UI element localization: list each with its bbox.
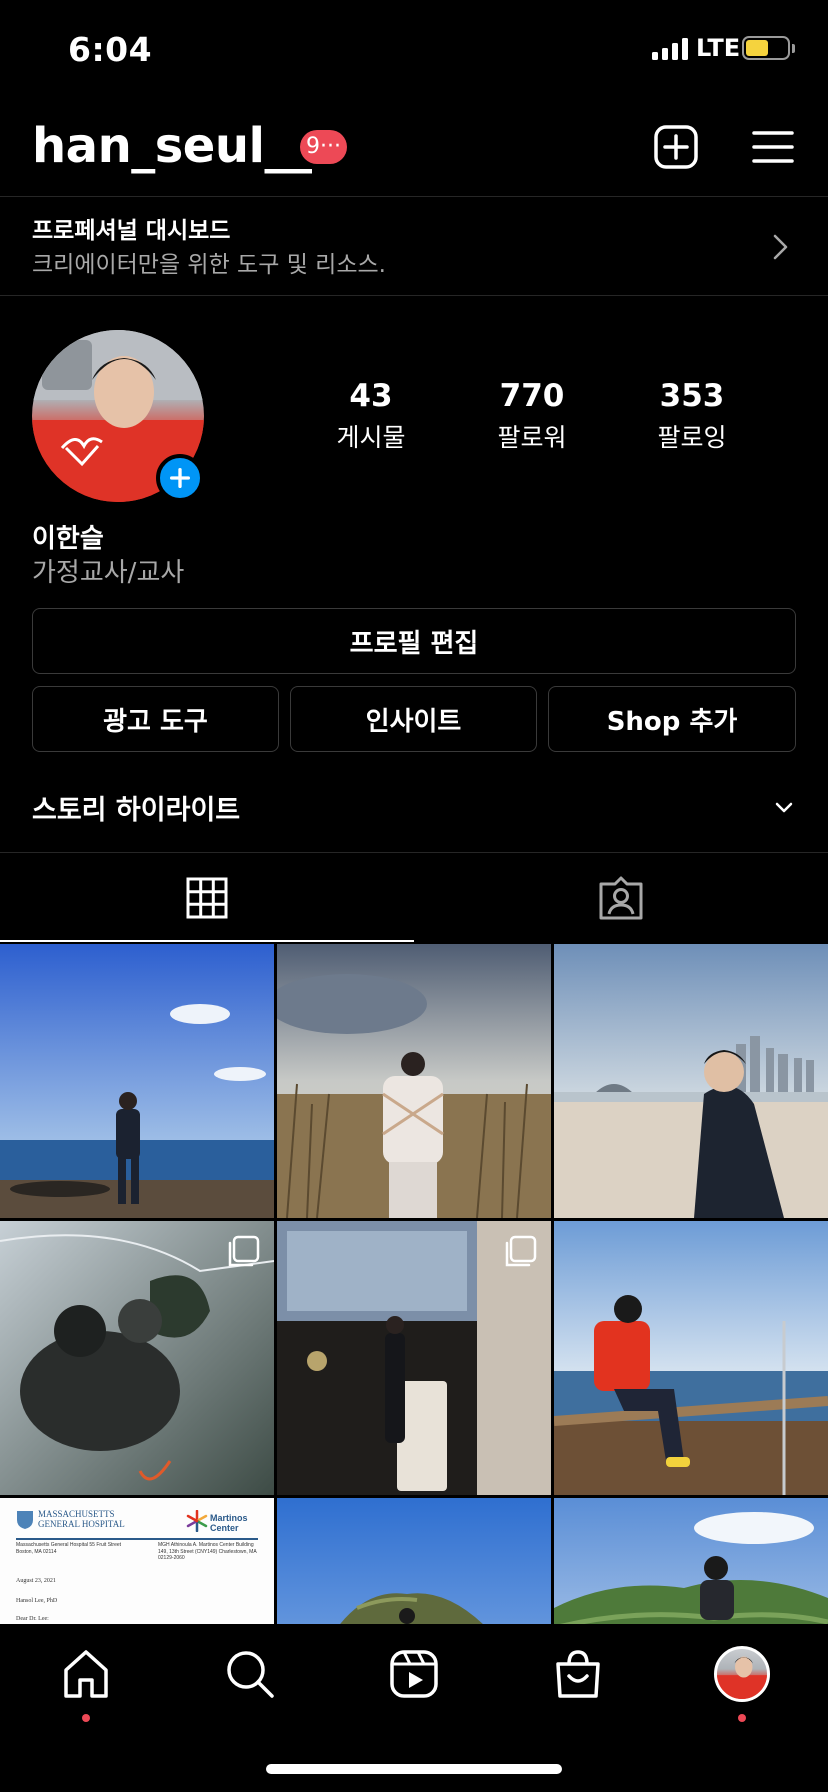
battery-level bbox=[746, 40, 768, 56]
posts-count[interactable]: 43 게시물 bbox=[306, 378, 436, 454]
profile-notification-dot bbox=[738, 1714, 746, 1722]
search-icon[interactable] bbox=[222, 1646, 278, 1702]
tagged-icon bbox=[599, 876, 643, 920]
followers-count[interactable]: 770 팔로워 bbox=[467, 378, 597, 454]
martinos-logo-icon bbox=[186, 1510, 208, 1532]
doc-org-left: MASSACHUSETTS GENERAL HOSPITAL bbox=[38, 1509, 125, 1529]
post-image bbox=[554, 1221, 828, 1495]
stat-value: 770 bbox=[499, 378, 565, 414]
battery-tip bbox=[792, 44, 795, 53]
profile-tab-avatar[interactable] bbox=[714, 1646, 770, 1702]
stat-value: 353 bbox=[659, 378, 725, 414]
edit-profile-button[interactable]: 프로필 편집 bbox=[32, 608, 796, 674]
status-bar: 6:04 LTE bbox=[0, 0, 828, 100]
stat-label: 팔로워 bbox=[497, 423, 567, 452]
doc-address-right: MGH Athinoula A. Martinos Center Buildin… bbox=[158, 1542, 257, 1561]
post-thumbnail[interactable] bbox=[0, 944, 274, 1218]
signal-icon bbox=[652, 38, 688, 60]
notification-badge[interactable]: 9··· bbox=[300, 130, 347, 164]
add-story-icon[interactable] bbox=[156, 454, 204, 502]
network-label: LTE bbox=[696, 34, 741, 62]
pro-dashboard-subtitle: 크리에이터만을 위한 도구 및 리소스. bbox=[32, 252, 386, 278]
stat-label: 팔로잉 bbox=[657, 423, 727, 452]
profile-tabs bbox=[0, 854, 828, 942]
grid-icon bbox=[186, 877, 228, 919]
hospital-shield-icon bbox=[17, 1511, 33, 1529]
profile-category: 가정교사/교사 bbox=[32, 558, 185, 588]
post-thumbnail[interactable] bbox=[277, 944, 551, 1218]
post-thumbnail[interactable] bbox=[277, 1221, 551, 1495]
display-name: 이한슬 bbox=[32, 524, 104, 554]
doc-address-left: Massachusetts General Hospital 55 Fruit … bbox=[16, 1542, 122, 1555]
add-post-icon[interactable] bbox=[653, 124, 699, 170]
multiple-photos-icon bbox=[505, 1235, 537, 1267]
home-icon[interactable] bbox=[58, 1646, 114, 1702]
shop-icon[interactable] bbox=[550, 1646, 606, 1702]
doc-date: August 23, 2021 bbox=[16, 1578, 56, 1584]
divider bbox=[0, 295, 828, 296]
chevron-right-icon bbox=[773, 234, 788, 260]
post-thumbnail[interactable] bbox=[277, 1498, 551, 1624]
reels-icon[interactable] bbox=[386, 1646, 442, 1702]
post-thumbnail[interactable] bbox=[554, 1498, 828, 1624]
home-notification-dot bbox=[82, 1714, 90, 1722]
doc-salutation: Dear Dr. Lee: bbox=[16, 1616, 49, 1622]
post-thumbnail[interactable]: MASSACHUSETTS GENERAL HOSPITAL Martinos … bbox=[0, 1498, 274, 1624]
status-time: 6:04 bbox=[68, 30, 153, 69]
highlights-label: 스토리 하이라이트 bbox=[32, 795, 241, 826]
post-thumbnail[interactable] bbox=[554, 1221, 828, 1495]
post-thumbnail[interactable] bbox=[0, 1221, 274, 1495]
battery-icon bbox=[742, 36, 790, 60]
doc-rule bbox=[16, 1538, 258, 1540]
ad-tools-button[interactable]: 광고 도구 bbox=[32, 686, 279, 752]
menu-icon[interactable] bbox=[750, 124, 796, 170]
doc-org-right: Martinos Center bbox=[210, 1513, 248, 1533]
pro-dashboard-title: 프로페셔널 대시보드 bbox=[32, 218, 231, 244]
story-highlights[interactable]: 스토리 하이라이트 bbox=[0, 776, 828, 838]
following-count[interactable]: 353 팔로잉 bbox=[627, 378, 757, 454]
stat-value: 43 bbox=[349, 378, 393, 414]
tab-grid[interactable] bbox=[0, 854, 414, 942]
posts-grid: MASSACHUSETTS GENERAL HOSPITAL Martinos … bbox=[0, 944, 828, 1624]
post-thumbnail[interactable] bbox=[554, 944, 828, 1218]
chevron-down-icon bbox=[775, 802, 793, 813]
profile-header: han_seul__ 9··· bbox=[0, 100, 828, 196]
post-image bbox=[277, 944, 551, 1218]
divider bbox=[0, 852, 828, 853]
post-image bbox=[554, 944, 828, 1218]
tab-tagged[interactable] bbox=[414, 854, 828, 942]
multiple-photos-icon bbox=[228, 1235, 260, 1267]
insights-button[interactable]: 인사이트 bbox=[290, 686, 537, 752]
add-shop-button[interactable]: Shop 추가 bbox=[548, 686, 796, 752]
avatar-portrait bbox=[717, 1656, 767, 1699]
username[interactable]: han_seul__ bbox=[32, 118, 312, 174]
post-image bbox=[0, 944, 274, 1218]
doc-recipient: Hansol Lee, PhD bbox=[16, 1598, 58, 1604]
post-image bbox=[554, 1498, 828, 1624]
home-indicator bbox=[266, 1764, 562, 1774]
professional-dashboard[interactable]: 프로페셔널 대시보드 크리에이터만을 위한 도구 및 리소스. bbox=[0, 197, 828, 295]
post-image bbox=[277, 1498, 551, 1624]
stat-label: 게시물 bbox=[336, 423, 406, 452]
profile-avatar[interactable] bbox=[32, 330, 204, 502]
